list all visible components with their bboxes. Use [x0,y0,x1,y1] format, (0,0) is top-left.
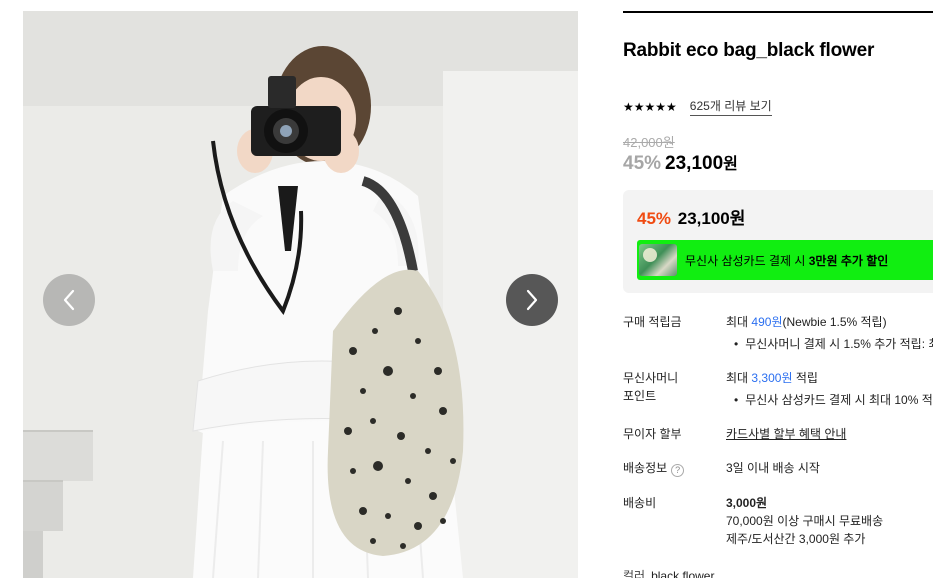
product-photo [23,11,578,578]
sale-price-unit: 원 [723,156,738,173]
points-amount: 490원 [751,315,783,329]
benefit-price: 45% 23,100원 [637,204,745,229]
divider [623,11,933,13]
free-shipping-condition: 70,000원 이상 구매시 무료배송 [726,514,884,528]
musinsa-points-bullet: 무신사 삼성카드 결제 시 최대 10% 적립 [726,391,933,409]
shipping-fee-content: 3,000원 70,000원 이상 구매시 무료배송 제주/도서산간 3,000… [726,494,883,548]
installment-content: 카드사별 할부 혜택 안내 [726,425,846,443]
color-row: 컬러 black flower [623,567,714,578]
card-promo-banner[interactable]: 무신사 삼성카드 결제 시 3만원 추가 할인 [637,240,933,280]
discount-rate: 45% [623,153,662,174]
star-rating-icon: ★★★★★ [623,99,677,114]
chevron-right-icon [526,289,538,311]
shipping-fee-label: 배송비 [623,496,657,510]
musinsa-points-amount: 3,300원 [751,371,793,385]
sale-price-number: 23,100 [665,153,724,174]
shipping-info-label: 배송정보? [623,459,713,477]
installment-benefit-link[interactable]: 카드사별 할부 혜택 안내 [726,427,846,441]
gallery-next-button[interactable] [506,274,558,326]
musinsa-money-points-content: 최대 3,300원 적립 무신사 삼성카드 결제 시 최대 10% 적립 [726,369,933,409]
purchase-points-content: 최대 490원(Newbie 1.5% 적립) 무신사머니 결제 시 1.5% … [726,313,933,353]
points-bullet: 무신사머니 결제 시 1.5% 추가 적립: 최 [726,335,933,353]
promo-text: 무신사 삼성카드 결제 시 3만원 추가 할인 [685,252,888,269]
promo-text-regular: 무신사 삼성카드 결제 시 [685,253,809,268]
promo-text-bold: 3만원 추가 할인 [808,253,889,268]
gallery-prev-button[interactable] [43,274,95,326]
shipping-fee-value: 3,000원 [726,496,768,510]
help-icon[interactable]: ? [671,464,685,477]
product-image-gallery [23,11,578,578]
review-link[interactable]: 625개 리뷰 보기 [689,97,772,116]
shipping-info-value: 3일 이내 배송 시작 [726,461,820,475]
musinsa-points-suffix: 적립 [792,371,818,385]
rating-row: ★★★★★ 625개 리뷰 보기 [623,97,772,116]
color-label: 컬러 [623,569,646,578]
musinsa-money-label-line2: 포인트 [623,389,657,403]
installment-label: 무이자 할부 [623,427,682,441]
musinsa-points-prefix: 최대 [726,371,752,385]
benefit-price-value: 23,100원 [677,209,746,228]
sale-price: 23,100원 [665,153,738,174]
points-prefix: 최대 [726,315,752,329]
benefit-box: 45% 23,100원 무신사 삼성카드 결제 시 3만원 추가 할인 [623,190,933,293]
island-surcharge: 제주/도서산간 3,000원 추가 [726,532,866,546]
original-price: 42,000원 [623,135,675,150]
promo-thumbnail [639,244,677,276]
price-row: 45% 23,100원 [623,150,738,175]
shipping-info-label-text: 배송정보 [623,461,668,475]
benefit-discount-rate: 45% [637,209,672,228]
product-info-panel: Rabbit eco bag_black flower ★★★★★ 625개 리… [623,0,933,578]
purchase-points-label: 구매 적립금 [623,315,682,329]
chevron-left-icon [63,289,75,311]
color-value: black flower [651,569,715,578]
points-suffix: (Newbie 1.5% 적립) [782,315,887,329]
musinsa-money-points-label: 무신사머니 포인트 [623,369,713,405]
musinsa-money-label-line1: 무신사머니 [623,371,679,385]
product-title: Rabbit eco bag_black flower [623,40,875,61]
